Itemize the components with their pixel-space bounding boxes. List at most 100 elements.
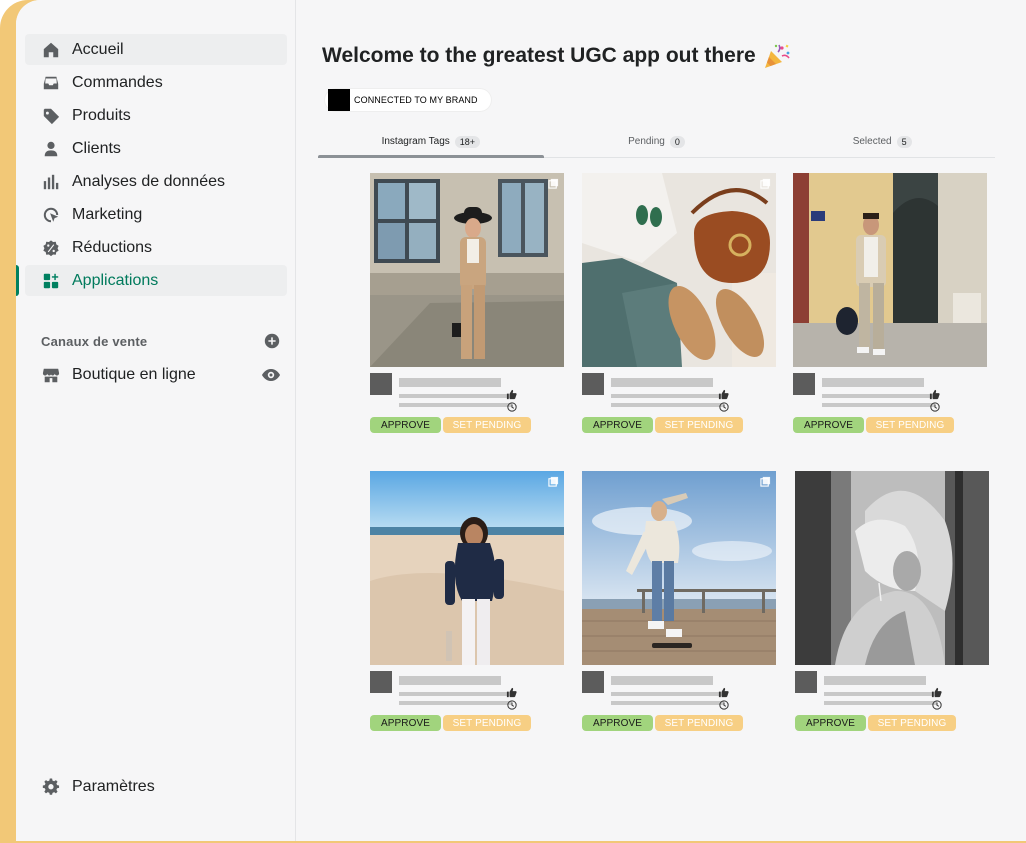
discount-icon xyxy=(41,238,61,258)
ugc-actions: APPROVE SET PENDING xyxy=(795,715,995,731)
ugc-meta xyxy=(582,671,782,715)
sidebar-item-online-store[interactable]: Boutique en ligne xyxy=(41,362,281,388)
ugc-photo[interactable] xyxy=(582,173,776,367)
ugc-photo[interactable] xyxy=(370,471,564,665)
sidebar-item-products[interactable]: Produits xyxy=(25,100,287,131)
tab-pending[interactable]: Pending 0 xyxy=(544,126,770,157)
thumbs-up-icon xyxy=(506,389,517,400)
multi-image-icon xyxy=(760,476,771,487)
set-pending-button[interactable]: SET PENDING xyxy=(868,715,956,731)
ugc-card: APPROVE SET PENDING xyxy=(582,173,782,433)
store-icon xyxy=(41,365,61,385)
brand-connection-pill[interactable]: CONNECTED TO MY BRAND xyxy=(324,88,492,112)
username-placeholder xyxy=(824,676,926,685)
approve-button[interactable]: APPROVE xyxy=(370,417,441,433)
main-content: Welcome to the greatest UGC app out ther… xyxy=(297,0,1026,841)
clock-icon xyxy=(719,402,729,412)
page-title: Welcome to the greatest UGC app out ther… xyxy=(322,42,792,70)
photo-man-street xyxy=(793,173,987,367)
ugc-photo[interactable] xyxy=(793,173,987,367)
caption-placeholder xyxy=(822,394,935,398)
online-store-label: Boutique en ligne xyxy=(72,366,196,383)
sidebar-item-discounts[interactable]: Réductions xyxy=(25,232,287,263)
set-pending-button[interactable]: SET PENDING xyxy=(655,715,743,731)
caption-placeholder xyxy=(611,692,724,696)
tab-instagram-tags[interactable]: Instagram Tags 18+ xyxy=(318,126,544,158)
ugc-photo[interactable] xyxy=(582,471,776,665)
username-placeholder xyxy=(399,378,501,387)
sidebar-item-label: Réductions xyxy=(72,238,153,256)
sidebar-item-analytics[interactable]: Analyses de données xyxy=(25,166,287,197)
sidebar-item-label: Applications xyxy=(72,271,159,289)
ugc-actions: APPROVE SET PENDING xyxy=(370,417,570,433)
ugc-card: APPROVE SET PENDING xyxy=(793,173,993,433)
photo-flatlay-outfit xyxy=(582,173,776,367)
sidebar: Accueil Commandes Produits Clients Analy… xyxy=(16,0,296,841)
clock-icon xyxy=(930,402,940,412)
set-pending-button[interactable]: SET PENDING xyxy=(443,417,531,433)
avatar xyxy=(370,373,392,395)
sidebar-item-applications[interactable]: Applications xyxy=(16,265,287,296)
ugc-actions: APPROVE SET PENDING xyxy=(582,417,782,433)
sidebar-item-home[interactable]: Accueil xyxy=(25,34,287,65)
avatar xyxy=(582,671,604,693)
multi-image-icon xyxy=(548,476,559,487)
caption-placeholder xyxy=(611,403,724,407)
tab-selected[interactable]: Selected 5 xyxy=(769,126,995,157)
approve-button[interactable]: APPROVE xyxy=(370,715,441,731)
approve-button[interactable]: APPROVE xyxy=(795,715,866,731)
analytics-icon xyxy=(41,172,61,192)
person-icon xyxy=(41,139,61,159)
party-popper-icon xyxy=(764,44,790,68)
username-placeholder xyxy=(611,378,713,387)
sidebar-item-orders[interactable]: Commandes xyxy=(25,67,287,98)
brand-connection-label: CONNECTED TO MY BRAND xyxy=(354,95,478,105)
view-store-button[interactable] xyxy=(261,365,281,385)
avatar xyxy=(582,373,604,395)
username-placeholder xyxy=(399,676,501,685)
tab-count-badge: 0 xyxy=(669,135,685,148)
sidebar-item-label: Marketing xyxy=(72,205,143,223)
thumbs-up-icon xyxy=(506,687,517,698)
ugc-photo[interactable] xyxy=(795,471,989,665)
tab-label: Selected xyxy=(852,136,892,147)
thumbs-up-icon xyxy=(718,687,729,698)
thumbs-up-icon xyxy=(931,687,942,698)
avatar xyxy=(795,671,817,693)
photo-woman-boardwalk xyxy=(582,471,776,665)
thumbs-up-icon xyxy=(929,389,940,400)
set-pending-button[interactable]: SET PENDING xyxy=(866,417,954,433)
caption-placeholder xyxy=(611,701,724,705)
ugc-actions: APPROVE SET PENDING xyxy=(793,417,993,433)
sidebar-item-label: Clients xyxy=(72,139,121,157)
caption-placeholder xyxy=(611,394,724,398)
add-channel-button[interactable] xyxy=(263,332,281,350)
ugc-actions: APPROVE SET PENDING xyxy=(582,715,782,731)
sidebar-item-marketing[interactable]: Marketing xyxy=(25,199,287,230)
ugc-card: APPROVE SET PENDING xyxy=(370,471,570,731)
sidebar-item-customers[interactable]: Clients xyxy=(25,133,287,164)
approve-button[interactable]: APPROVE xyxy=(582,715,653,731)
target-icon xyxy=(41,205,61,225)
ugc-photo[interactable] xyxy=(370,173,564,367)
set-pending-button[interactable]: SET PENDING xyxy=(655,417,743,433)
set-pending-button[interactable]: SET PENDING xyxy=(443,715,531,731)
app-window: Accueil Commandes Produits Clients Analy… xyxy=(16,0,1026,841)
clock-icon xyxy=(719,700,729,710)
ugc-meta xyxy=(582,373,782,417)
sidebar-item-label: Accueil xyxy=(72,40,124,58)
tag-icon xyxy=(41,106,61,126)
clock-icon xyxy=(932,700,942,710)
settings-label: Paramètres xyxy=(72,778,155,795)
ugc-actions: APPROVE SET PENDING xyxy=(370,715,570,731)
caption-placeholder xyxy=(399,701,512,705)
sidebar-item-settings[interactable]: Paramètres xyxy=(41,774,155,800)
avatar xyxy=(793,373,815,395)
tab-label: Instagram Tags xyxy=(381,136,450,147)
tab-count-badge: 5 xyxy=(896,135,912,148)
brand-logo xyxy=(328,89,350,111)
home-icon xyxy=(41,40,61,60)
approve-button[interactable]: APPROVE xyxy=(793,417,864,433)
ugc-meta xyxy=(793,373,993,417)
approve-button[interactable]: APPROVE xyxy=(582,417,653,433)
